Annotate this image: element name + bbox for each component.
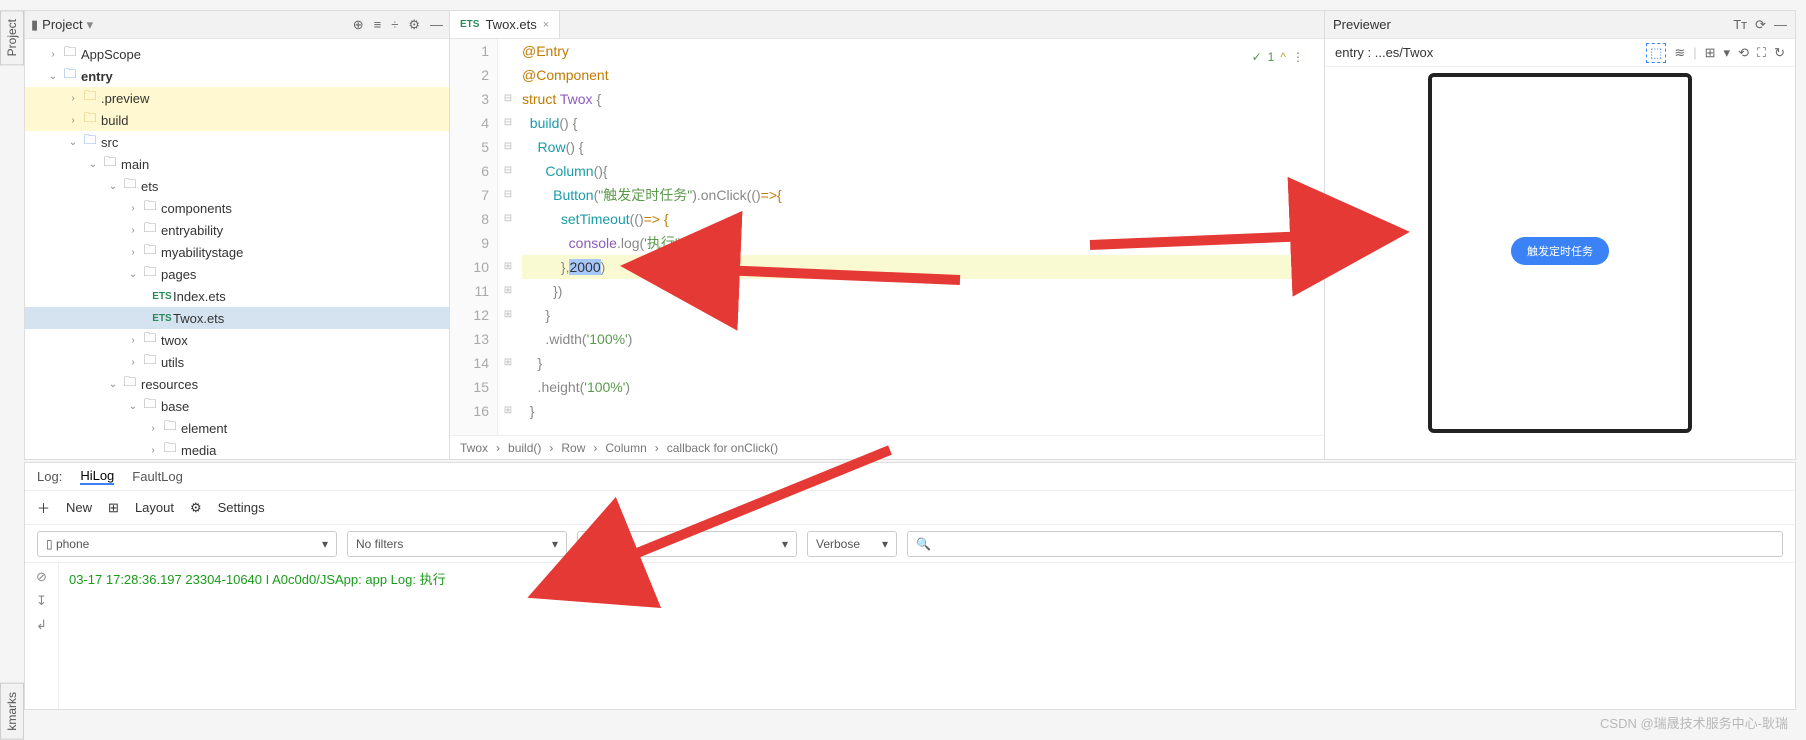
search-input[interactable]: 🔍 Q (907, 531, 1783, 557)
layers-icon[interactable]: ≋ (1674, 45, 1685, 61)
trigger-button[interactable]: 触发定时任务 (1511, 237, 1609, 265)
layout-icon[interactable]: ⊞ (108, 500, 119, 516)
editor-tab-twox[interactable]: ETS Twox.ets × (450, 11, 560, 38)
tree-entryability[interactable]: ›🗀entryability (25, 219, 449, 241)
tree-base[interactable]: ⌄🗀base (25, 395, 449, 417)
project-tree[interactable]: ›🗀AppScope ⌄🗀entry ›🗀.preview ›🗀build ⌄🗀… (25, 39, 449, 459)
tree-utils[interactable]: ›🗀utils (25, 351, 449, 373)
collapse-icon[interactable]: ÷ (391, 17, 398, 33)
log-label: Log: (37, 469, 62, 484)
tree-components[interactable]: ›🗀components (25, 197, 449, 219)
rotate-icon[interactable]: ⟲ (1738, 45, 1749, 61)
tab-label: Twox.ets (485, 17, 536, 32)
expand-icon[interactable]: ≡ (374, 17, 382, 33)
log-gutter: ⊘ ↧ ↲ (25, 563, 59, 709)
tree-index-ets[interactable]: ETSIndex.ets (25, 285, 449, 307)
previewer-title: Previewer (1333, 17, 1391, 32)
tree-main[interactable]: ⌄🗀main (25, 153, 449, 175)
project-panel: ▮ Project ▾ ⊕ ≡ ÷ ⚙ — ›🗀AppScope ⌄🗀entry… (25, 11, 450, 459)
tree-build[interactable]: ›🗀build (25, 109, 449, 131)
add-icon[interactable]: ＋ (37, 498, 50, 517)
hide-icon[interactable]: — (430, 17, 443, 33)
level-select[interactable]: Verbose▾ (807, 531, 897, 557)
tree-pages[interactable]: ⌄🗀pages (25, 263, 449, 285)
log-output[interactable]: 03-17 17:28:36.197 23304-10640 I A0c0d0/… (59, 563, 1795, 709)
tab-hilog[interactable]: HiLog (80, 468, 114, 485)
font-icon[interactable]: Tт (1733, 17, 1747, 32)
warn-icon: ^ (1280, 45, 1286, 69)
grid-icon[interactable]: ⊞ (1705, 45, 1716, 61)
code-editor[interactable]: 1234 5678 9101112 13141516 ⊟⊟⊟⊟⊟⊟⊞⊞⊞⊞⊞ ✓… (450, 39, 1324, 435)
filter-select[interactable]: No filters▾ (347, 531, 567, 557)
watermark: CSDN @瑞晟技术服务中心-耿瑞 (1600, 713, 1788, 732)
empty-select[interactable]: ▾ (577, 531, 797, 557)
check-icon: ✓ (1252, 45, 1262, 69)
breadcrumb[interactable]: Twox › build() › Row › Column › callback… (450, 435, 1324, 459)
fold-column[interactable]: ⊟⊟⊟⊟⊟⊟⊞⊞⊞⊞⊞ (498, 39, 518, 435)
log-panel: Log: HiLog FaultLog ＋ New ⊞ Layout ⚙ Set… (24, 462, 1796, 710)
hide-icon[interactable]: — (1774, 17, 1787, 32)
editor-panel: ETS Twox.ets × 1234 5678 9101112 1314151… (450, 11, 1325, 459)
tree-myabilitystage[interactable]: ›🗀myabilitystage (25, 241, 449, 263)
preview-entry: entry : ...es/Twox (1335, 45, 1433, 60)
device-select[interactable]: ▯ phone▾ (37, 531, 337, 557)
more-icon[interactable]: ⋮ (1292, 45, 1304, 69)
project-vertical-tab[interactable]: Project (0, 10, 24, 65)
project-title: Project (42, 17, 82, 32)
gear-icon[interactable]: ⚙ (408, 17, 420, 33)
tree-ets[interactable]: ⌄🗀ets (25, 175, 449, 197)
wrap-icon[interactable]: ↲ (36, 617, 47, 633)
tree-preview[interactable]: ›🗀.preview (25, 87, 449, 109)
settings-button[interactable]: Settings (218, 500, 265, 515)
tree-src[interactable]: ⌄🗀src (25, 131, 449, 153)
tree-element[interactable]: ›🗀element (25, 417, 449, 439)
target-icon[interactable]: ⊕ (353, 17, 364, 33)
chevron-down-icon[interactable]: ▾ (1724, 45, 1731, 61)
refresh-icon[interactable]: ⟳ (1755, 17, 1766, 33)
phone-frame: 触发定时任务 (1428, 73, 1692, 433)
dropdown-icon[interactable]: ▾ (87, 17, 94, 33)
tree-twox-ets[interactable]: ETSTwox.ets (25, 307, 449, 329)
tree-twox[interactable]: ›🗀twox (25, 329, 449, 351)
expand-icon[interactable]: ⛶ (1757, 45, 1766, 61)
select-icon[interactable]: ⬚ (1646, 43, 1666, 63)
ets-icon: ETS (460, 19, 479, 30)
scroll-icon[interactable]: ↧ (36, 593, 47, 609)
tab-faultlog[interactable]: FaultLog (132, 469, 183, 484)
bookmarks-vertical-tab[interactable]: kmarks (0, 683, 24, 740)
tree-resources[interactable]: ⌄🗀resources (25, 373, 449, 395)
close-icon[interactable]: × (543, 19, 549, 31)
editor-status: ✓ 1 ^ ⋮ (1252, 45, 1304, 69)
reload-icon[interactable]: ↻ (1774, 45, 1785, 61)
layout-button[interactable]: Layout (135, 500, 174, 515)
clear-icon[interactable]: ⊘ (36, 569, 47, 585)
line-gutter: 1234 5678 9101112 13141516 (450, 39, 498, 435)
editor-tabs: ETS Twox.ets × (450, 11, 1324, 39)
code-area[interactable]: ✓ 1 ^ ⋮ @Entry @Component struct Twox { … (518, 39, 1324, 435)
folder-icon: ▮ (31, 17, 38, 33)
previewer-panel: Previewer Tт ⟳ — entry : ...es/Twox ⬚ ≋ … (1325, 11, 1795, 459)
gear-icon[interactable]: ⚙ (190, 500, 202, 516)
tree-appscope[interactable]: ›🗀AppScope (25, 43, 449, 65)
tree-media[interactable]: ›🗀media (25, 439, 449, 459)
tree-entry[interactable]: ⌄🗀entry (25, 65, 449, 87)
new-button[interactable]: New (66, 500, 92, 515)
preview-area: 触发定时任务 (1325, 67, 1795, 459)
